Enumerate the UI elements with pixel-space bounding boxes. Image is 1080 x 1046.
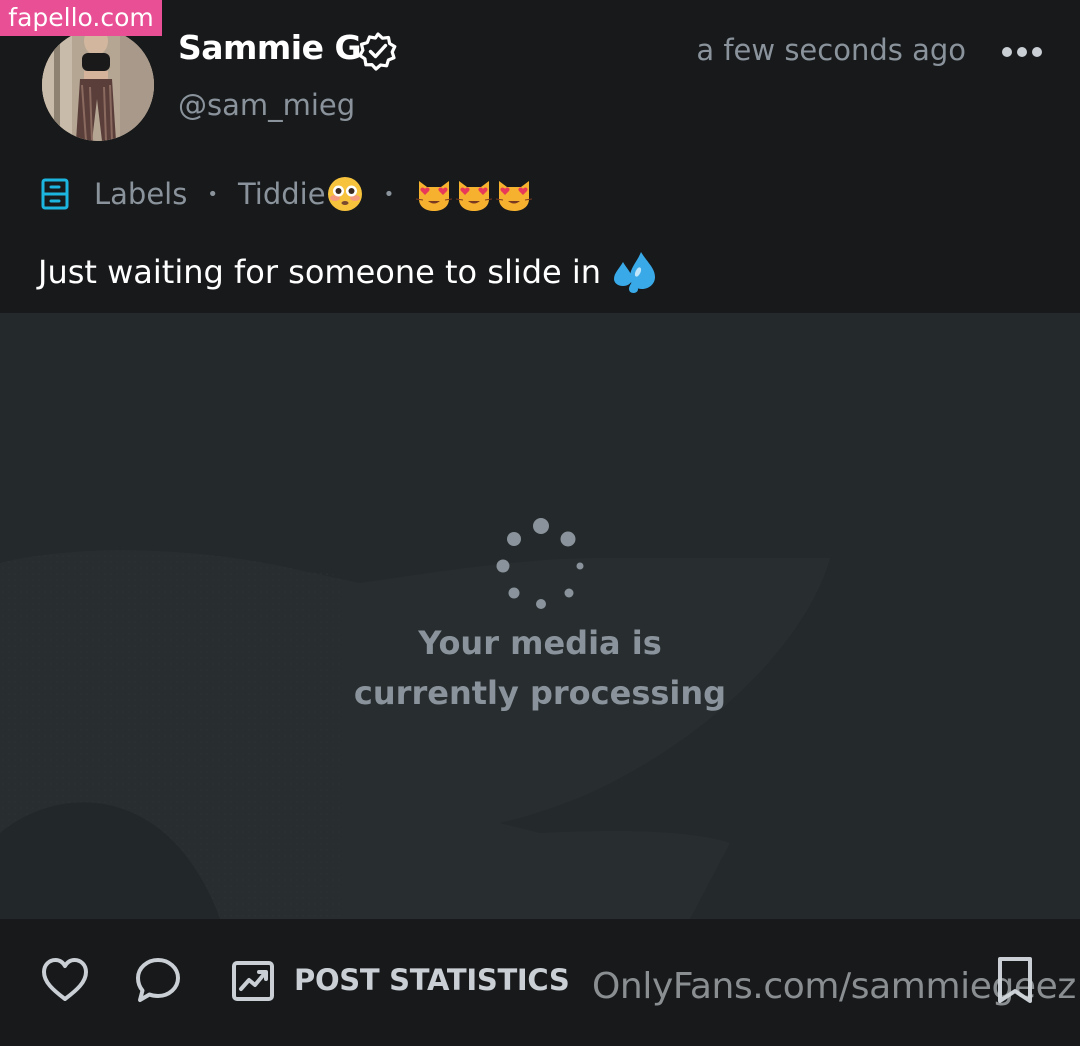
loading-spinner-icon	[496, 518, 584, 609]
media-background-shape	[0, 550, 830, 919]
onlyfans-watermark: OnlyFans.com/sammiegeez	[592, 966, 1076, 1007]
avatar-photo	[42, 29, 154, 141]
heart-eyes-cat-icon	[456, 181, 493, 211]
sweat-droplets-emoji-icon	[614, 252, 656, 293]
post-caption-text: Just waiting for someone to slide in	[38, 253, 602, 291]
post-statistics-button[interactable]: POST STATISTICS	[230, 954, 570, 1006]
media-placeholder	[0, 313, 1080, 919]
labels-separator: •	[207, 183, 218, 205]
fapello-watermark: fapello.com	[0, 0, 162, 36]
post-statistics-icon	[232, 961, 274, 1001]
like-heart-icon[interactable]	[40, 955, 90, 1005]
comment-icon[interactable]	[133, 955, 183, 1005]
heart-eyes-cat-icon	[416, 181, 453, 211]
verified-badge-icon	[358, 32, 397, 71]
more-options-button[interactable]	[998, 36, 1046, 68]
flushed-face-emoji-icon	[327, 177, 362, 211]
post-statistics-label: POST STATISTICS	[294, 963, 570, 997]
labels-row: Labels • Tiddie •	[38, 172, 534, 216]
media-processing-text: Your media is currently processing	[353, 624, 727, 712]
author-name[interactable]: Sammie G	[178, 28, 362, 67]
labels-icon	[41, 178, 69, 210]
author-handle[interactable]: @sam_mieg	[178, 88, 355, 122]
more-options-icon	[1002, 47, 1042, 57]
labels-separator-2: •	[383, 183, 395, 205]
label-tag[interactable]: Tiddie	[238, 177, 326, 211]
media-processing-message: Your media is currently processing	[0, 618, 1080, 718]
labels-link[interactable]: Labels	[94, 177, 187, 211]
post-caption: Just waiting for someone to slide in	[38, 250, 657, 294]
author-avatar[interactable]	[42, 29, 154, 141]
heart-eyes-cat-emojis	[414, 175, 534, 213]
post-timestamp: a few seconds ago	[696, 33, 966, 67]
heart-eyes-cat-icon	[496, 181, 533, 211]
